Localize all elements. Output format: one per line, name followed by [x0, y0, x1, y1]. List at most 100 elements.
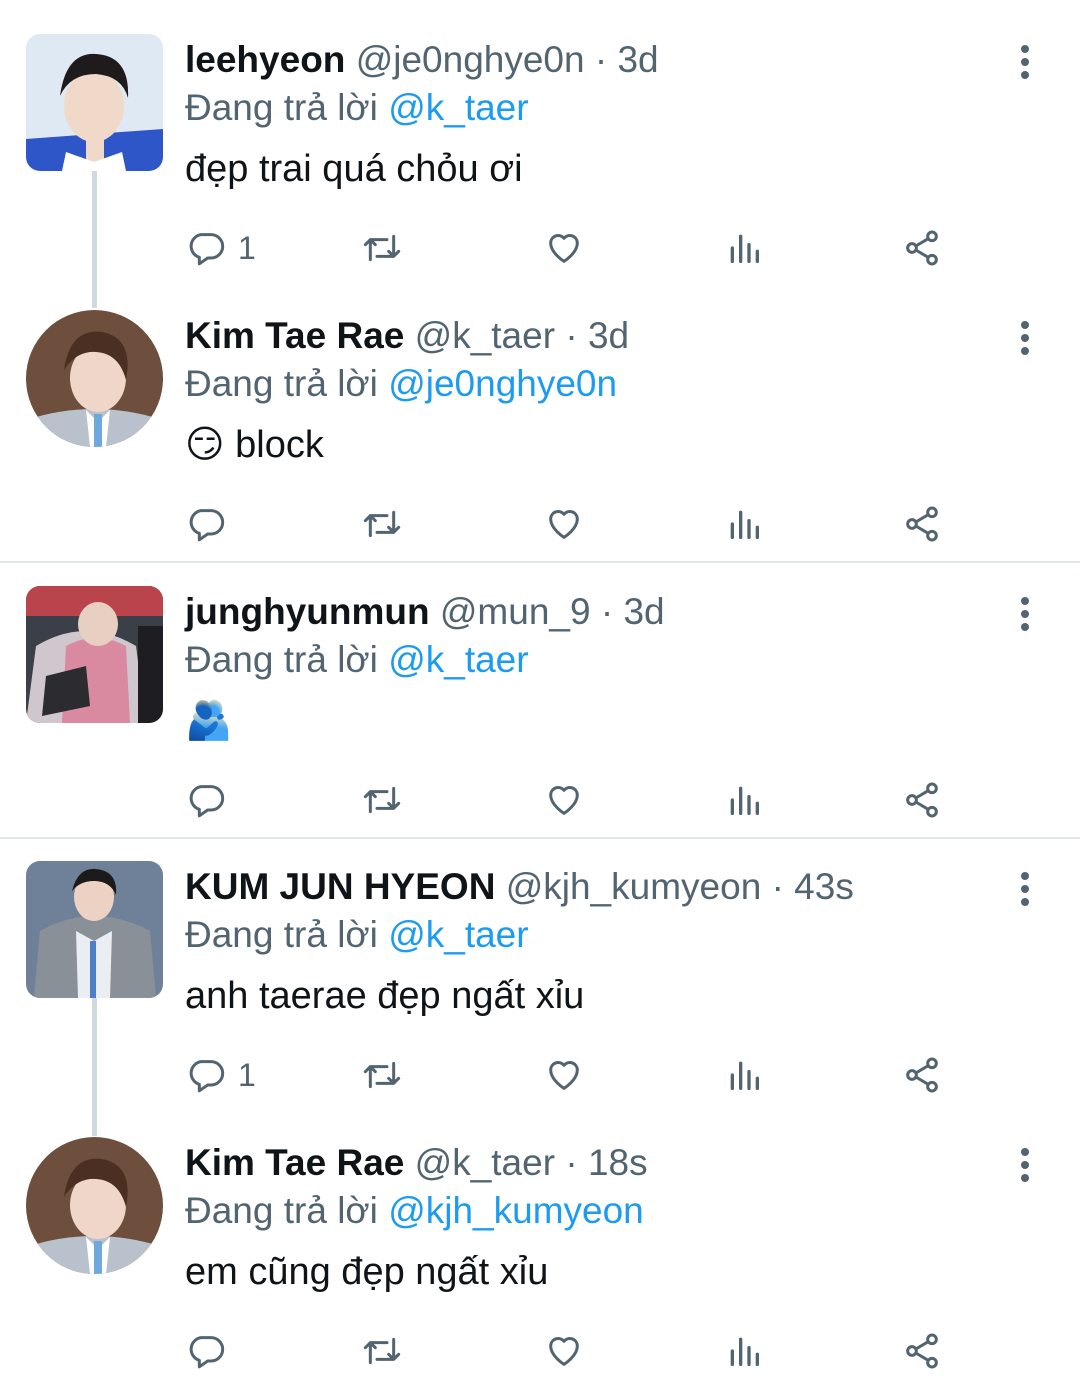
separator-dot: · — [565, 1142, 578, 1183]
tweet[interactable]: KUM JUN HYEON @kjh_kumyeon · 43s Đang tr… — [0, 861, 1080, 1101]
tweet-header: Kim Tae Rae @k_taer · 3d — [185, 314, 629, 358]
user-name[interactable]: Kim Tae Rae — [185, 1142, 404, 1183]
tweet-text: đẹp trai quá chỏu ơi — [185, 148, 523, 190]
avatar-image — [26, 34, 163, 171]
avatar[interactable] — [26, 861, 163, 998]
user-name[interactable]: junghyunmun — [185, 591, 430, 632]
mention-link[interactable]: @k_taer — [388, 639, 528, 680]
timestamp[interactable]: 3d — [617, 39, 658, 80]
reply-button[interactable]: 1 — [186, 224, 256, 272]
avatar[interactable] — [26, 1137, 163, 1274]
avatar[interactable] — [26, 586, 163, 723]
like-button[interactable] — [544, 1051, 584, 1099]
views-button[interactable] — [724, 1051, 764, 1099]
timestamp[interactable]: 3d — [623, 591, 664, 632]
replying-to: Đang trả lời @k_taer — [185, 638, 529, 682]
action-bar — [0, 500, 1080, 548]
more-options-icon[interactable] — [1008, 1143, 1042, 1187]
separator-dot: · — [600, 591, 614, 632]
analytics-icon — [730, 1337, 759, 1366]
reply-icon — [189, 1336, 225, 1369]
share-button[interactable] — [902, 1327, 942, 1375]
retweet-icon — [363, 786, 401, 814]
avatar[interactable] — [26, 34, 163, 171]
replying-to: Đang trả lời @k_taer — [185, 86, 529, 130]
more-options-icon[interactable] — [1008, 316, 1042, 360]
avatar-image — [26, 861, 163, 998]
mention-link[interactable]: @k_taer — [388, 87, 528, 128]
replying-to: Đang trả lời @je0nghye0n — [185, 362, 617, 406]
tweet[interactable]: Kim Tae Rae @k_taer · 18s Đang trả lời @… — [0, 1137, 1080, 1377]
user-handle[interactable]: @je0nghye0n — [356, 39, 585, 80]
avatar-image — [26, 586, 163, 723]
views-button[interactable] — [724, 1327, 764, 1375]
more-options-icon[interactable] — [1008, 592, 1042, 636]
user-handle[interactable]: @k_taer — [415, 1142, 555, 1183]
user-handle[interactable]: @mun_9 — [440, 591, 591, 632]
reply-icon — [189, 785, 225, 818]
retweet-button[interactable] — [362, 1051, 402, 1099]
share-icon — [906, 506, 938, 542]
replying-to: Đang trả lời @kjh_kumyeon — [185, 1189, 644, 1233]
user-name[interactable]: KUM JUN HYEON — [185, 866, 495, 907]
reply-count: 1 — [238, 1056, 256, 1093]
reply-icon — [189, 233, 225, 266]
views-button[interactable] — [724, 500, 764, 548]
tweet-header: leehyeon @je0nghye0n · 3d — [185, 38, 659, 82]
mention-link[interactable]: @k_taer — [388, 914, 528, 955]
timestamp[interactable]: 3d — [588, 315, 629, 356]
separator-dot: · — [565, 315, 578, 356]
reply-button[interactable] — [186, 776, 238, 824]
more-options-icon[interactable] — [1008, 867, 1042, 911]
separator-dot: · — [771, 866, 784, 907]
tweet-text: anh taerae đẹp ngất xỉu — [185, 975, 585, 1017]
share-button[interactable] — [902, 776, 942, 824]
timestamp[interactable]: 43s — [794, 866, 854, 907]
user-handle[interactable]: @k_taer — [415, 315, 555, 356]
user-name[interactable]: leehyeon — [185, 39, 345, 80]
retweet-button[interactable] — [362, 776, 402, 824]
analytics-icon — [730, 1061, 759, 1090]
action-bar: 1 — [0, 224, 1080, 272]
timestamp[interactable]: 18s — [588, 1142, 648, 1183]
retweet-button[interactable] — [362, 1327, 402, 1375]
more-options-icon[interactable] — [1008, 40, 1042, 84]
tweet-divider — [0, 561, 1080, 563]
reply-button[interactable]: 1 — [186, 1051, 256, 1099]
share-button[interactable] — [902, 1051, 942, 1099]
user-name[interactable]: Kim Tae Rae — [185, 315, 404, 356]
reply-count: 1 — [238, 229, 256, 266]
tweet-header: Kim Tae Rae @k_taer · 18s — [185, 1141, 648, 1185]
tweet-text: 😏 block — [185, 424, 324, 466]
like-button[interactable] — [544, 224, 584, 272]
separator-dot: · — [594, 39, 608, 80]
like-button[interactable] — [544, 500, 584, 548]
analytics-icon — [730, 786, 759, 815]
reply-button[interactable] — [186, 1327, 238, 1375]
tweet[interactable]: leehyeon @je0nghye0n · 3d Đang trả lời @… — [0, 34, 1080, 274]
share-button[interactable] — [902, 500, 942, 548]
tweet[interactable]: Kim Tae Rae @k_taer · 3d Đang trả lời @j… — [0, 310, 1080, 550]
tweet-text: 🫂 — [185, 700, 233, 742]
retweet-button[interactable] — [362, 500, 402, 548]
user-handle[interactable]: @kjh_kumyeon — [506, 866, 762, 907]
replying-to-label: Đang trả lời — [185, 639, 378, 680]
views-button[interactable] — [724, 776, 764, 824]
heart-icon — [549, 234, 579, 263]
tweet[interactable]: junghyunmun @mun_9 · 3d Đang trả lời @k_… — [0, 586, 1080, 826]
like-button[interactable] — [544, 1327, 584, 1375]
retweet-button[interactable] — [362, 224, 402, 272]
replying-to-label: Đang trả lời — [185, 1190, 378, 1231]
avatar[interactable] — [26, 310, 163, 447]
mention-link[interactable]: @je0nghye0n — [388, 363, 617, 404]
reply-button[interactable] — [186, 500, 238, 548]
views-button[interactable] — [724, 224, 764, 272]
mention-link[interactable]: @kjh_kumyeon — [388, 1190, 644, 1231]
heart-icon — [549, 1337, 579, 1366]
retweet-icon — [363, 1061, 401, 1089]
action-bar: 1 — [0, 1051, 1080, 1099]
share-icon — [906, 230, 938, 266]
share-button[interactable] — [902, 224, 942, 272]
retweet-icon — [363, 510, 401, 538]
like-button[interactable] — [544, 776, 584, 824]
